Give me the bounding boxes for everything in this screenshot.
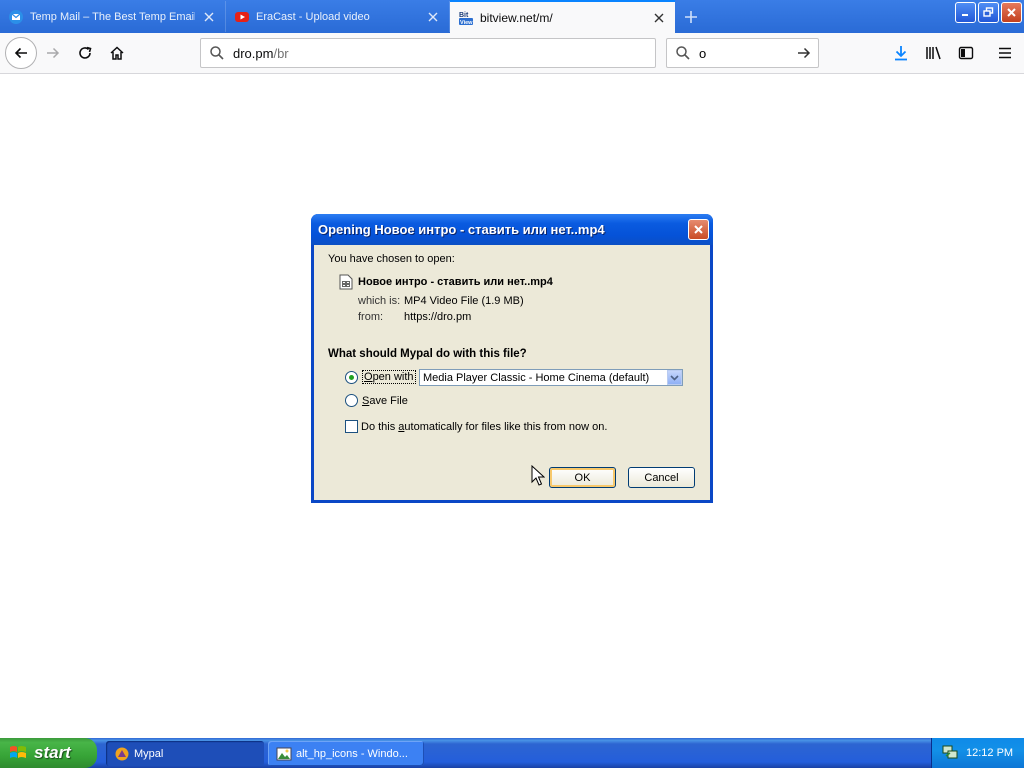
temp-mail-favicon — [8, 9, 24, 25]
close-tab-icon[interactable] — [425, 9, 441, 25]
back-button[interactable] — [5, 37, 37, 69]
network-icon[interactable] — [942, 744, 958, 763]
taskbar: start Mypal alt_hp_icons - Windo... 12:1… — [0, 738, 1024, 768]
auto-action-checkbox-row[interactable]: Do this automatically for files like thi… — [345, 420, 607, 433]
bitview-favicon-text-top: Bit — [459, 12, 469, 19]
save-file-radio[interactable]: Save File — [345, 394, 408, 407]
restore-button[interactable] — [978, 2, 999, 23]
dialog-body: You have chosen to open: Новое интро - с… — [314, 245, 710, 500]
from-label: from: — [358, 311, 384, 323]
tab-temp-mail[interactable]: Temp Mail – The Best Temp Email — [0, 1, 226, 32]
tab-eracast[interactable]: EraCast - Upload video — [226, 1, 450, 32]
sidebar-icon — [958, 46, 974, 60]
library-button[interactable] — [919, 38, 949, 68]
file-type-value: MP4 Video File (1.9 MB) — [404, 295, 524, 307]
download-arrow-icon — [895, 46, 907, 61]
close-icon — [1007, 8, 1016, 17]
taskbar-item-alt-hp-icons[interactable]: alt_hp_icons - Windo... — [268, 741, 424, 766]
taskbar-item-mypal[interactable]: Mypal — [106, 741, 264, 766]
file-source-value: https://dro.pm — [404, 311, 472, 323]
window-close-button[interactable] — [1001, 2, 1022, 23]
clock[interactable]: 12:12 PM — [966, 747, 1013, 759]
image-file-icon — [276, 746, 292, 762]
file-type-row: which is: MP4 Video File (1.9 MB) — [358, 295, 524, 307]
radio-button-selected[interactable] — [345, 370, 358, 384]
taskbar-item-label: alt_hp_icons - Windo... — [296, 747, 408, 760]
close-tab-icon[interactable] — [201, 9, 217, 25]
file-name: Новое интро - ставить или нет..mp4 — [358, 276, 553, 288]
minimize-icon — [962, 14, 968, 16]
tab-title: EraCast - Upload video — [256, 10, 370, 23]
tab-title: bitview.net/m/ — [480, 10, 553, 25]
auto-action-checkbox[interactable] — [345, 420, 358, 433]
dialog-title: Opening Новое интро - ставить или нет..m… — [318, 222, 605, 237]
forward-button[interactable] — [38, 38, 68, 68]
cancel-button[interactable]: Cancel — [628, 467, 695, 488]
open-with-radio[interactable]: Open with — [345, 370, 416, 384]
downloads-button[interactable] — [886, 38, 916, 68]
hamburger-menu-button[interactable] — [990, 38, 1020, 68]
save-file-label: Save File — [362, 394, 408, 407]
action-question: What should Mypal do with this file? — [328, 348, 527, 360]
tab-strip: Temp Mail – The Best Temp Email EraCast … — [0, 0, 1024, 33]
sidebar-toggle-button[interactable] — [951, 38, 981, 68]
library-icon — [926, 46, 941, 60]
restore-icon — [983, 7, 994, 17]
start-label: start — [34, 743, 71, 762]
window-controls — [955, 2, 1022, 23]
close-tab-icon[interactable] — [651, 10, 667, 26]
mypal-icon — [114, 746, 130, 762]
hamburger-icon — [999, 47, 1011, 59]
forward-arrow-icon — [47, 47, 60, 59]
dialog-close-button[interactable] — [688, 219, 709, 240]
system-tray: 12:12 PM — [931, 738, 1024, 768]
new-tab-button[interactable] — [680, 6, 702, 28]
url-path: /br — [273, 45, 289, 61]
application-select-value: Media Player Classic - Home Cinema (defa… — [423, 371, 650, 384]
address-bar[interactable]: dro.pm/br — [200, 38, 656, 68]
application-select[interactable]: Media Player Classic - Home Cinema (defa… — [419, 369, 683, 386]
search-input-value: o — [699, 45, 707, 61]
home-icon — [110, 46, 124, 60]
close-icon — [694, 225, 703, 234]
video-file-icon — [339, 274, 353, 290]
radio-button-unselected[interactable] — [345, 394, 358, 407]
dialog-titlebar[interactable]: Opening Новое интро - ставить или нет..m… — [311, 214, 713, 245]
search-icon — [676, 46, 690, 60]
back-arrow-icon — [14, 47, 27, 59]
url-text: dro.pm/br — [233, 46, 289, 61]
auto-action-label: Do this automatically for files like thi… — [361, 420, 608, 433]
tab-title: Temp Mail – The Best Temp Email — [30, 10, 195, 23]
reload-button[interactable] — [70, 38, 100, 68]
navigation-toolbar: dro.pm/br o — [0, 33, 1024, 74]
chosen-label: You have chosen to open: — [328, 253, 455, 265]
bitview-favicon: Bit View — [458, 10, 474, 26]
tab-bitview[interactable]: Bit View bitview.net/m/ — [450, 0, 675, 33]
search-bar[interactable]: o — [666, 38, 819, 68]
chevron-down-icon[interactable] — [667, 370, 682, 385]
windows-logo-icon — [10, 746, 26, 758]
mouse-pointer-icon — [531, 464, 546, 487]
url-host: dro.pm — [233, 45, 274, 61]
which-is-label: which is: — [358, 295, 401, 307]
eracast-youtube-favicon — [234, 9, 250, 25]
taskbar-item-label: Mypal — [134, 747, 164, 760]
home-button[interactable] — [102, 38, 132, 68]
plus-icon — [685, 11, 697, 23]
reload-icon — [79, 46, 92, 59]
ok-button[interactable]: OK — [549, 467, 616, 488]
bitview-favicon-text-bottom: View — [460, 20, 473, 26]
open-file-dialog: Opening Новое интро - ставить или нет..m… — [311, 214, 713, 503]
file-source-row: from: https://dro.pm — [358, 311, 471, 323]
search-icon — [210, 46, 224, 60]
search-go-arrow-icon[interactable] — [790, 45, 818, 61]
minimize-button[interactable] — [955, 2, 976, 23]
start-button[interactable]: start — [0, 738, 97, 768]
open-with-label: Open with — [362, 370, 416, 384]
